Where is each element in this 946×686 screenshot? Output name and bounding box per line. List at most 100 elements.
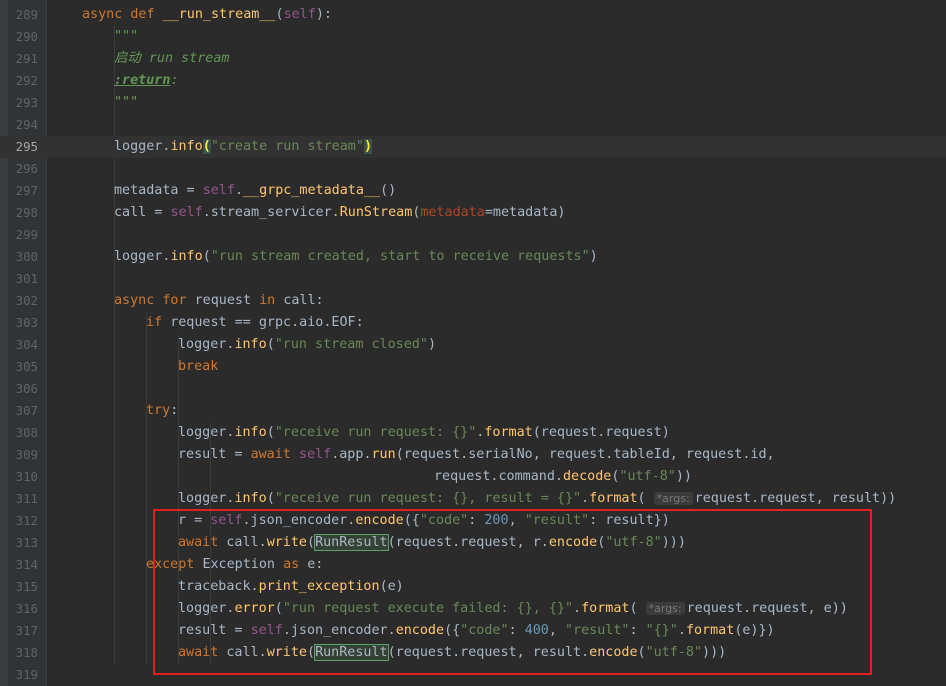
code-editor[interactable]: 289 async def __run_stream__(self): 290 """… xyxy=(0,0,946,686)
code-line[interactable]: 319 xyxy=(0,664,946,686)
code-line[interactable]: 298 call = self.stream_servicer.RunStream… xyxy=(0,202,946,224)
code-line[interactable]: 309 result = await self.app.run(request.s… xyxy=(0,444,946,466)
code-token: r = xyxy=(178,513,211,528)
code-token: ( xyxy=(266,337,275,352)
code-token: logger. xyxy=(178,425,235,440)
code-token: .stream_servicer. xyxy=(202,205,340,220)
line-number: 304 xyxy=(15,337,38,352)
code-line[interactable]: 317 result = self.json_encoder.encode({"c… xyxy=(0,620,946,642)
code-token: "utf-8" xyxy=(645,645,703,660)
code-text: break xyxy=(178,356,218,378)
parameter-hint: *args: xyxy=(645,602,685,615)
code-line[interactable]: 293 """ xyxy=(0,92,946,114)
line-number: 315 xyxy=(15,579,38,594)
code-token: . xyxy=(581,491,590,506)
code-line[interactable]: 295 logger.info("create run stream") xyxy=(0,136,946,158)
code-token: logger. xyxy=(178,337,235,352)
code-line[interactable]: 289 async def __run_stream__(self): xyxy=(0,4,946,26)
code-token: format xyxy=(589,491,638,506)
line-number: 307 xyxy=(15,403,38,418)
code-token: logger. xyxy=(178,601,235,616)
code-token: ( xyxy=(307,645,316,660)
code-token: metadata = xyxy=(114,183,203,198)
code-token: , xyxy=(508,513,525,528)
code-token: "receive run request: {}" xyxy=(274,425,477,440)
code-token: e: xyxy=(307,557,324,572)
line-number: 301 xyxy=(15,271,38,286)
code-text: logger.info("create run stream") xyxy=(114,136,372,158)
code-text: result = await self.app.run(request.seri… xyxy=(178,444,775,466)
code-line[interactable]: 306 xyxy=(0,378,946,400)
code-line[interactable]: 299 xyxy=(0,224,946,246)
code-token: self xyxy=(250,623,283,638)
code-token: "create run stream" xyxy=(210,139,364,154)
code-token: self xyxy=(170,205,203,220)
code-token: :return xyxy=(114,73,171,88)
code-token: "result" xyxy=(524,513,590,528)
code-line[interactable]: 313 await call.write(RunResult(request.re… xyxy=(0,532,946,554)
code-text: async def __run_stream__(self): xyxy=(82,4,332,26)
code-text: logger.info("run stream created, start t… xyxy=(114,246,598,268)
code-text: except Exception as e: xyxy=(146,554,323,576)
code-token: request.request, e)) xyxy=(686,601,848,616)
code-token: )) xyxy=(675,469,692,484)
code-token: ( xyxy=(629,601,646,616)
line-number: 313 xyxy=(15,535,38,550)
code-line[interactable]: 314 except Exception as e: xyxy=(0,554,946,576)
code-line[interactable]: 307 try: xyxy=(0,400,946,422)
code-token: .json_encoder. xyxy=(242,513,356,528)
code-line[interactable]: 308 logger.info("receive run request: {}"… xyxy=(0,422,946,444)
code-token: format xyxy=(581,601,630,616)
code-line[interactable]: 292:return: xyxy=(0,70,946,92)
code-text: if request == grpc.aio.EOF: xyxy=(146,312,364,334)
code-line[interactable]: 316 logger.error("run request execute fai… xyxy=(0,598,946,620)
code-line[interactable]: 290 """ xyxy=(0,26,946,48)
code-text: 启动 run stream xyxy=(114,48,229,70)
code-line[interactable]: 297 metadata = self.__grpc_metadata__() xyxy=(0,180,946,202)
code-token: ({ xyxy=(444,623,461,638)
code-line[interactable]: 305 break xyxy=(0,356,946,378)
code-line[interactable]: 312 r = self.json_encoder.encode({"code":… xyxy=(0,510,946,532)
line-number: 318 xyxy=(15,645,38,660)
code-text: await call.write(RunResult(request.reque… xyxy=(178,642,726,664)
parameter-hint: *args: xyxy=(653,492,693,505)
code-token: "run stream closed" xyxy=(274,337,428,352)
code-token: encode xyxy=(589,645,638,660)
code-text: result = self.json_encoder.encode({"code… xyxy=(178,620,775,642)
code-token: error xyxy=(234,601,275,616)
code-line[interactable]: 311 logger.info("receive run request: {},… xyxy=(0,488,946,510)
code-token: encode xyxy=(548,535,598,550)
code-line[interactable]: 303 if request == grpc.aio.EOF: xyxy=(0,312,946,334)
code-token: (request.request, result. xyxy=(387,645,590,660)
code-text: """ xyxy=(114,26,138,48)
code-line[interactable]: 318 await call.write(RunResult(request.re… xyxy=(0,642,946,664)
code-text: logger.error("run request execute failed… xyxy=(178,598,848,620)
code-line[interactable]: 302 async for request in call: xyxy=(0,290,946,312)
code-token: info xyxy=(234,491,267,506)
code-line[interactable]: 291 启动 run stream xyxy=(0,48,946,70)
code-line[interactable]: 300 logger.info("run stream created, star… xyxy=(0,246,946,268)
code-line[interactable]: 315 traceback.print_exception(e) xyxy=(0,576,946,598)
code-text: traceback.print_exception(e) xyxy=(178,576,404,598)
code-text: r = self.json_encoder.encode({"code": 20… xyxy=(178,510,670,532)
line-number: 289 xyxy=(15,7,38,22)
code-line[interactable]: 301 xyxy=(0,268,946,290)
code-token: """ xyxy=(114,29,139,44)
code-token: () xyxy=(380,183,397,198)
code-line[interactable]: 310 request.command.decode("utf-8")) xyxy=(0,466,946,488)
code-token: (request.request) xyxy=(532,425,670,440)
code-line[interactable]: 304 logger.info("run stream closed") xyxy=(0,334,946,356)
code-text: """ xyxy=(114,92,138,114)
code-token: "receive run request: {}, result = {}" xyxy=(274,491,582,506)
code-token: ( xyxy=(275,7,284,22)
line-number: 300 xyxy=(15,249,38,264)
line-number: 319 xyxy=(15,667,38,682)
line-number: 302 xyxy=(15,293,38,308)
code-token: if xyxy=(146,315,171,330)
code-line[interactable]: 294 xyxy=(0,114,946,136)
code-token: request.request, result)) xyxy=(694,491,897,506)
code-token: format xyxy=(484,425,533,440)
code-line[interactable]: 296 xyxy=(0,158,946,180)
code-token: break xyxy=(178,359,219,374)
code-token: ))) xyxy=(661,535,686,550)
